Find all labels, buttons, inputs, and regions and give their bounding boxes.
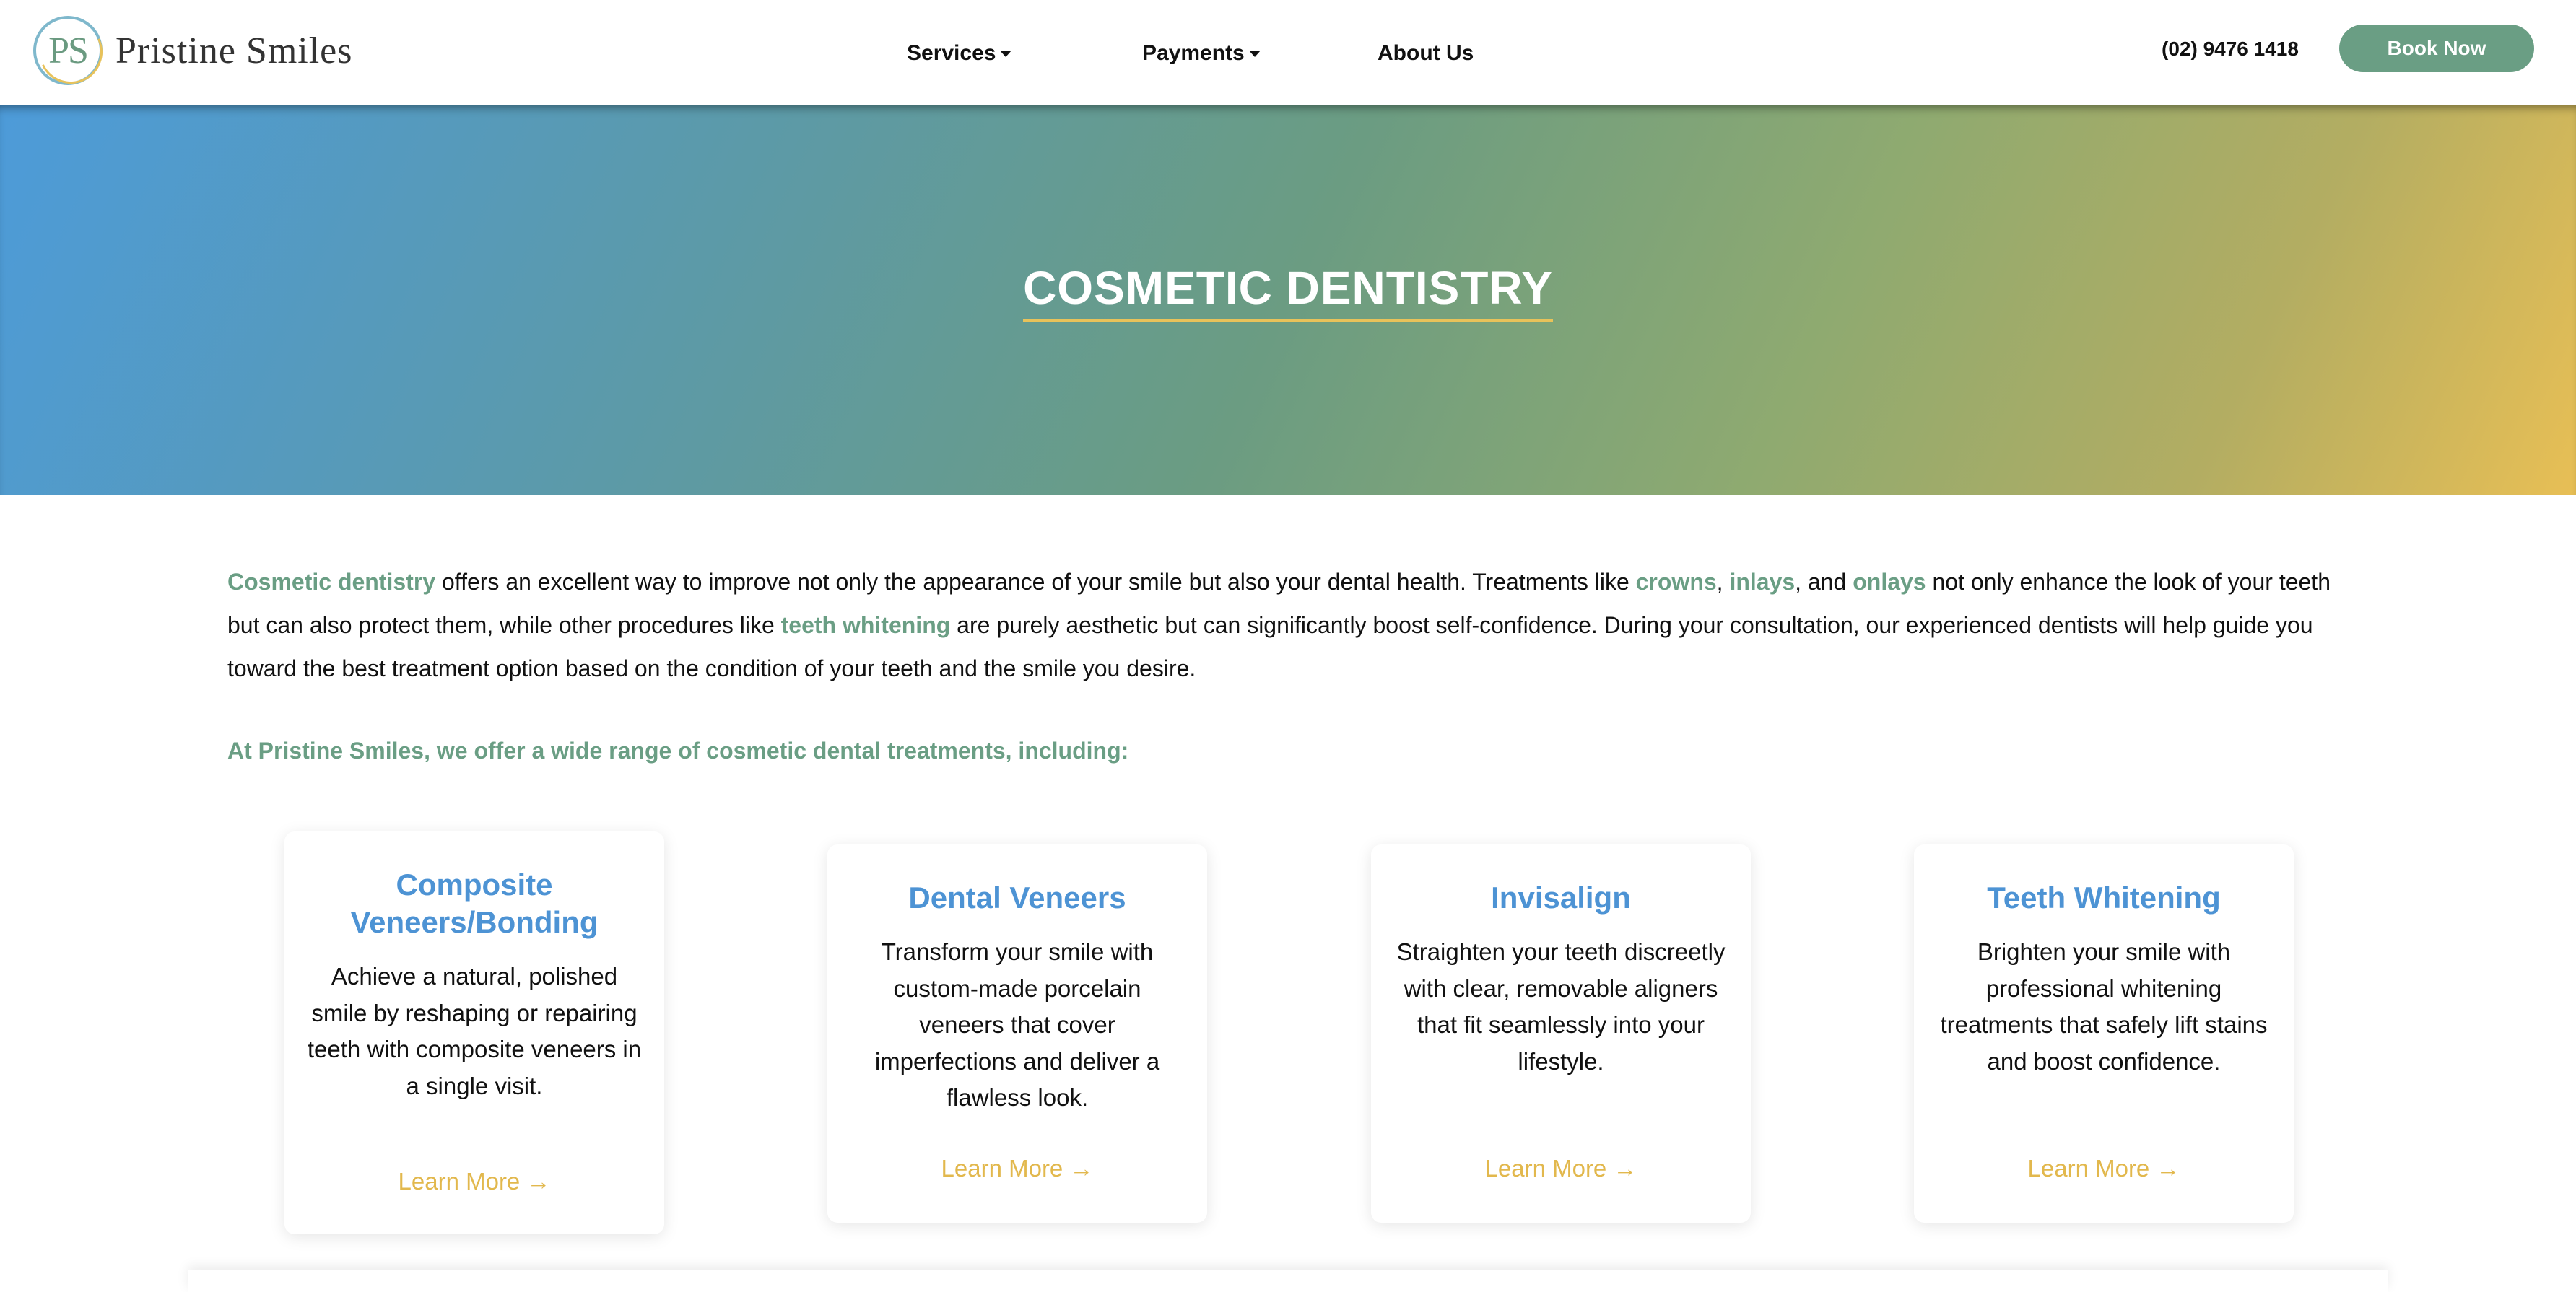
nav-payments[interactable]: Payments <box>1142 38 1261 69</box>
card-title: Dental Veneers <box>908 881 1126 915</box>
card-description: Brighten your smile with professional wh… <box>1940 938 2268 1075</box>
nav-about-us-label: About Us <box>1378 41 1474 65</box>
next-section-edge <box>188 1270 2388 1292</box>
hero-title-wrap: COSMETIC DENTISTRY <box>0 261 2576 322</box>
intro-text: , <box>1716 569 1730 595</box>
learn-more-link[interactable]: Learn More → <box>1914 1155 2294 1182</box>
intro-link-onlays[interactable]: onlays <box>1853 569 1926 595</box>
hero-banner: COSMETIC DENTISTRY <box>0 105 2576 495</box>
card-title: Composite Veneers/Bonding <box>350 868 599 939</box>
card-title: Teeth Whitening <box>1987 881 2221 915</box>
treatment-card-dental-veneers: Dental Veneers Transform your smile with… <box>827 844 1207 1223</box>
phone-number[interactable]: (02) 9476 1418 <box>2162 35 2299 64</box>
intro-link-teeth-whitening[interactable]: teeth whitening <box>781 612 951 638</box>
intro-paragraph: Cosmetic dentistry offers an excellent w… <box>227 560 2350 690</box>
intro-link-crowns[interactable]: crowns <box>1636 569 1717 595</box>
book-now-button[interactable]: Book Now <box>2339 25 2534 72</box>
card-description: Transform your smile with custom-made po… <box>874 938 1160 1111</box>
caret-down-icon <box>1000 50 1012 57</box>
card-title: Invisalign <box>1491 881 1631 915</box>
intro-link-cosmetic-dentistry[interactable]: Cosmetic dentistry <box>227 569 435 595</box>
intro-text: offers an excellent way to improve not o… <box>435 569 1636 595</box>
caret-down-icon <box>1248 50 1261 57</box>
card-description: Achieve a natural, polished smile by res… <box>307 963 642 1099</box>
treatment-card-teeth-whitening: Teeth Whitening Brighten your smile with… <box>1914 844 2294 1223</box>
card-description: Straighten your teeth discreetly with cl… <box>1396 938 1726 1075</box>
intro-text: , and <box>1795 569 1853 595</box>
intro-link-inlays[interactable]: inlays <box>1729 569 1795 595</box>
learn-more-link[interactable]: Learn More → <box>284 1168 664 1195</box>
nav-about-us[interactable]: About Us <box>1378 38 1474 69</box>
treatment-card-composite-veneers: Composite Veneers/Bonding Achieve a natu… <box>284 831 664 1234</box>
nav-payments-label: Payments <box>1142 41 1245 65</box>
page-title: COSMETIC DENTISTRY <box>1023 261 1553 322</box>
treatment-card-invisalign: Invisalign Straighten your teeth discree… <box>1371 844 1751 1223</box>
treatments-subheading: At Pristine Smiles, we offer a wide rang… <box>227 738 1129 764</box>
nav-services[interactable]: Services <box>907 38 1012 69</box>
learn-more-link[interactable]: Learn More → <box>1371 1155 1751 1182</box>
learn-more-link[interactable]: Learn More → <box>827 1155 1207 1182</box>
site-header: PS Pristine Smiles Services Payments Abo… <box>0 0 2576 105</box>
nav-services-label: Services <box>907 41 996 65</box>
